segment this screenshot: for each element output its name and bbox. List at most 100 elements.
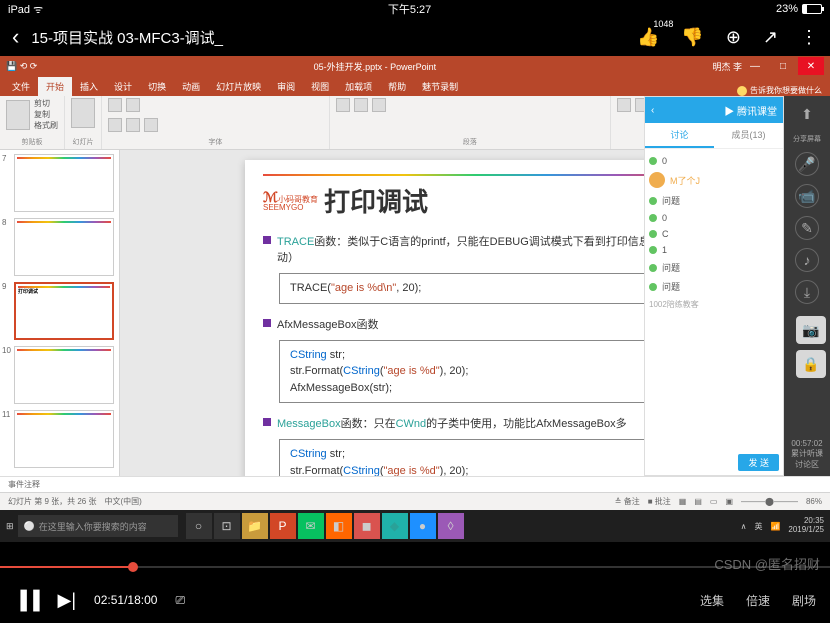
numbering-button[interactable] (354, 98, 368, 112)
explorer-icon[interactable]: 📁 (242, 513, 268, 539)
zoom-slider[interactable]: ———⬤——— (741, 497, 798, 506)
cut-button[interactable]: 剪切 (34, 98, 58, 109)
italic-button[interactable] (126, 118, 140, 132)
progress-handle[interactable] (128, 562, 138, 572)
chat-back-icon[interactable]: ‹ (651, 105, 654, 116)
dislike-button[interactable]: 👎 (681, 27, 703, 48)
chat-item[interactable]: C (649, 226, 779, 242)
vs-icon[interactable]: ◊ (438, 513, 464, 539)
tab-animations[interactable]: 动画 (174, 77, 208, 96)
tab-review[interactable]: 审阅 (269, 77, 303, 96)
view-sorter-icon[interactable]: ▤ (694, 497, 702, 506)
taskview-icon[interactable]: ⊡ (214, 513, 240, 539)
lock-button[interactable]: 🔒 (796, 350, 826, 378)
slide-canvas[interactable]: ℳ小码哥教育SEEMYGO 打印调试 TRACE函数：类似于C语言的printf… (245, 160, 705, 476)
more-button[interactable]: ⋮ (800, 27, 818, 48)
view-normal-icon[interactable]: ▦ (679, 497, 687, 506)
tab-home[interactable]: 开始 (38, 77, 72, 96)
zoom-pct[interactable]: 86% (806, 497, 822, 506)
comments-button[interactable]: ■ 批注 (648, 496, 671, 507)
slide-thumbnails[interactable]: 7 8 9打印调试 10 11 (0, 150, 120, 476)
ppt-taskbar-icon[interactable]: P (270, 513, 296, 539)
thumb-7[interactable]: 7 (4, 154, 115, 212)
play-button[interactable]: ▐▐ (14, 590, 40, 611)
ime-icon[interactable]: 英 (754, 521, 762, 532)
app-icon[interactable]: ◧ (326, 513, 352, 539)
back-button[interactable]: ‹ (12, 24, 19, 50)
bullets-button[interactable] (336, 98, 350, 112)
chat-tab-discuss[interactable]: 讨论 (645, 123, 714, 148)
shapes-button[interactable] (617, 98, 631, 112)
share-screen-icon[interactable]: ⬆ (795, 102, 819, 126)
mic-icon[interactable]: 🎤 (795, 152, 819, 176)
tab-design[interactable]: 设计 (106, 77, 140, 96)
start-button[interactable]: ⊞ (6, 521, 14, 532)
app-icon-2[interactable]: ◼ (354, 513, 380, 539)
align-button[interactable] (372, 98, 386, 112)
chat-item[interactable]: 问题 (649, 277, 779, 296)
chat-tab-members[interactable]: 成员(13) (714, 123, 783, 148)
view-slideshow-icon[interactable]: ▣ (725, 497, 733, 506)
tab-view[interactable]: 视图 (303, 77, 337, 96)
chat-item[interactable]: 0 (649, 210, 779, 226)
tab-help[interactable]: 帮助 (380, 77, 414, 96)
next-button[interactable]: ▶| (58, 590, 77, 611)
cast-button[interactable]: ⊕ (726, 27, 741, 48)
wechat-icon[interactable]: ✉ (298, 513, 324, 539)
next-icon[interactable]: ⤓ (795, 280, 819, 304)
network-icon[interactable]: 📶 (770, 522, 780, 531)
autosave-icon[interactable]: 💾 ⟲ ⟳ (6, 61, 37, 72)
video-content[interactable]: 💾 ⟲ ⟳ 05-外挂开发.pptx - PowerPoint 明杰 李 — □… (0, 56, 830, 542)
font-size[interactable] (126, 98, 140, 112)
copy-button[interactable]: 复制 (34, 109, 58, 120)
minimize-button[interactable]: — (742, 57, 768, 75)
thumb-10[interactable]: 10 (4, 346, 115, 404)
pen-icon[interactable]: ✎ (795, 216, 819, 240)
theater-button[interactable]: 剧场 (792, 592, 816, 609)
bullet-1: TRACE函数：类似于C语言的printf，只能在DEBUG调试模式下看到打印信… (263, 233, 687, 265)
video-icon[interactable]: 📹 (795, 184, 819, 208)
tray-up-icon[interactable]: ∧ (741, 522, 747, 531)
chat-body[interactable]: 0 M了个J 问题 0 C 1 问题 问题 1002陪练教客 (645, 149, 783, 450)
notes-label[interactable]: 事件注释 (0, 476, 830, 492)
like-button[interactable]: 👍1048 (637, 27, 659, 48)
thumb-11[interactable]: 11 (4, 410, 115, 468)
paste-icon[interactable] (6, 100, 30, 130)
tab-addins[interactable]: 加载项 (337, 77, 380, 96)
camera-button[interactable]: 📷 (796, 316, 826, 344)
chat-item[interactable]: 1 (649, 242, 779, 258)
underline-button[interactable] (144, 118, 158, 132)
thumb-8[interactable]: 8 (4, 218, 115, 276)
tab-slideshow[interactable]: 幻灯片放映 (208, 77, 269, 96)
chat-item[interactable]: 问题 (649, 191, 779, 210)
tab-transitions[interactable]: 切换 (140, 77, 174, 96)
maximize-button[interactable]: □ (770, 57, 796, 75)
share-button[interactable]: ↗ (763, 27, 778, 48)
app-icon-4[interactable]: ● (410, 513, 436, 539)
tab-record[interactable]: 魅节录制 (414, 77, 466, 96)
new-slide-icon[interactable] (71, 98, 95, 128)
tab-insert[interactable]: 插入 (72, 77, 106, 96)
notes-button[interactable]: ≙ 备注 (615, 496, 640, 507)
font-select[interactable] (108, 98, 122, 112)
video-progress[interactable] (0, 566, 830, 568)
send-button[interactable]: 发 送 (738, 454, 779, 471)
app-icon-3[interactable]: ◆ (382, 513, 408, 539)
episodes-button[interactable]: 选集 (700, 592, 724, 609)
tell-me[interactable]: 告诉我你想要做什么 (729, 85, 830, 96)
view-reading-icon[interactable]: ▭ (710, 497, 718, 506)
bold-button[interactable] (108, 118, 122, 132)
chat-item[interactable]: M了个J (649, 169, 779, 191)
taskbar-search[interactable]: ⚪在这里输入你要搜索的内容 (18, 515, 178, 537)
format-painter-button[interactable]: 格式刷 (34, 120, 58, 131)
cortana-icon[interactable]: ○ (186, 513, 212, 539)
cast-icon[interactable]: ⎚ (175, 593, 185, 608)
taskbar-clock[interactable]: 20:352019/1/25 (788, 517, 824, 535)
speed-button[interactable]: 倍速 (746, 592, 770, 609)
music-icon[interactable]: ♪ (795, 248, 819, 272)
thumb-9[interactable]: 9打印调试 (4, 282, 115, 340)
chat-item[interactable]: 问题 (649, 258, 779, 277)
chat-item[interactable]: 0 (649, 153, 779, 169)
tab-file[interactable]: 文件 (4, 77, 38, 96)
close-button[interactable]: ✕ (798, 57, 824, 75)
